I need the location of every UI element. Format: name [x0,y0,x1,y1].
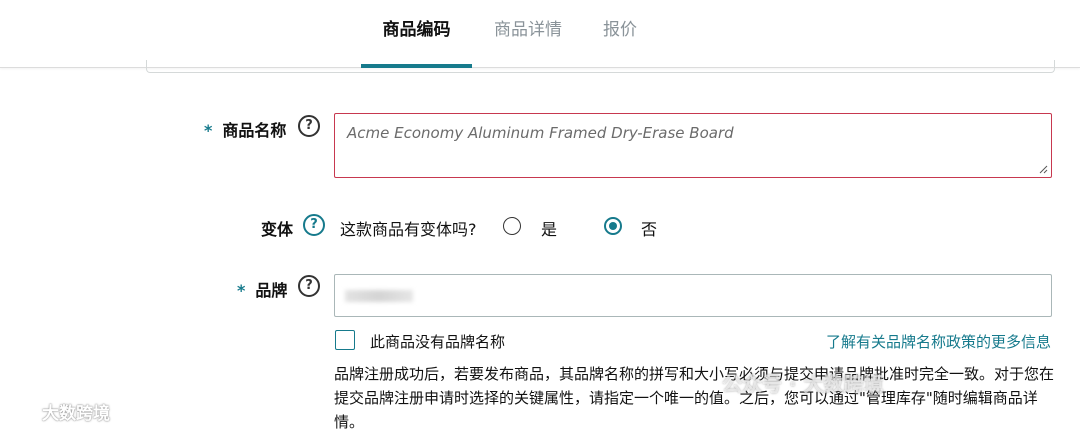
card-edge [146,60,1055,73]
question-circle-icon[interactable]: ? [303,214,325,236]
watermark-left: 大数跨境 [8,399,110,424]
brand-registry-note: 品牌注册成功后，若要发布商品，其品牌名称的拼写和大小写必须与提交申请品牌批准时完… [334,365,1055,431]
brand-policy-link[interactable]: 了解有关品牌名称政策的更多信息 [826,331,1051,352]
no-brand-checkbox-label[interactable]: 此商品没有品牌名称 [370,331,505,352]
product-name-input[interactable]: Acme Economy Aluminum Framed Dry-Erase B… [334,113,1052,178]
watermark-left-text: 大数跨境 [42,404,110,424]
product-name-value: Acme Economy Aluminum Framed Dry-Erase B… [347,124,734,142]
variation-yes-label: 是 [541,220,558,239]
tab-product-code[interactable]: 商品编码 [361,0,472,68]
tab-product-details[interactable]: 商品详情 [482,0,574,68]
brand-input[interactable] [334,274,1052,317]
question-circle-icon[interactable]: ? [298,115,320,137]
brand-label-text: 品牌 [255,281,288,300]
redacted-brand-text [345,290,413,302]
no-brand-checkbox[interactable] [335,330,355,350]
tab-bar: 商品编码 商品详情 报价 [0,0,1080,68]
required-asterisk: * [204,121,213,140]
tab-offer-label: 报价 [603,20,637,40]
variation-yes-radio[interactable] [503,217,521,235]
variation-no-label: 否 [641,220,658,239]
variation-label: 变体 [261,220,294,239]
tab-offer[interactable]: 报价 [592,0,648,68]
tab-product-details-label: 商品详情 [494,20,562,40]
watermark-logo-icon [9,406,34,420]
variation-no-radio[interactable] [604,217,622,235]
required-asterisk: * [237,281,246,300]
brand-label: * 品牌 [237,277,287,301]
question-circle-icon[interactable]: ? [298,275,320,297]
tab-product-code-label: 商品编码 [382,20,451,40]
product-name-label-text: 商品名称 [222,121,287,140]
variation-question: 这款商品有变体吗? [340,220,477,239]
watermark-right: 公众号 · 大数跨境 [722,372,884,396]
resize-grip-icon[interactable] [1038,164,1048,174]
product-name-label: * 商品名称 [204,117,286,141]
